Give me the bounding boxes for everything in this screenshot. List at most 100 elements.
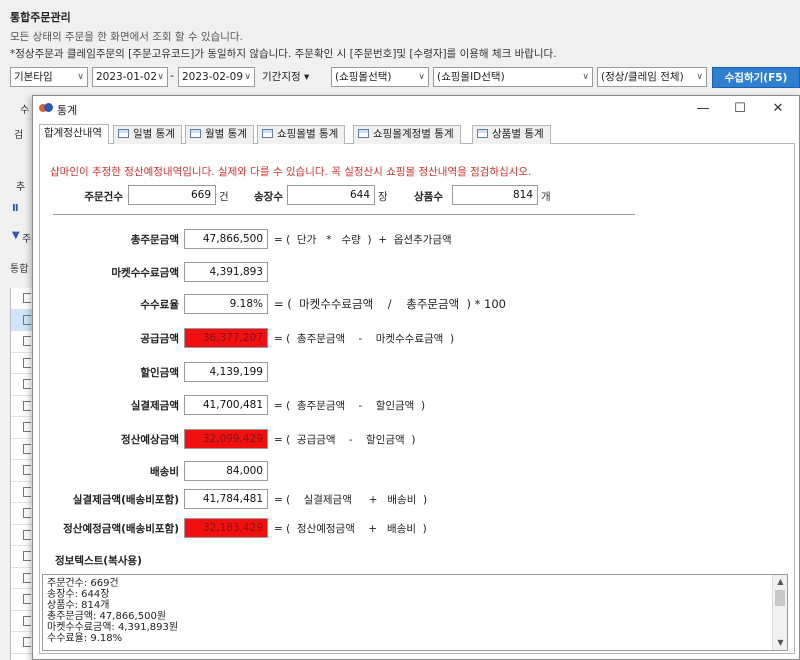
order-count-field[interactable]: 669 xyxy=(128,185,216,205)
scrollbar[interactable]: ▲ ▼ xyxy=(772,575,787,650)
product-count-field[interactable]: 814 xyxy=(452,185,538,205)
table-row[interactable] xyxy=(11,525,32,546)
bg-fragment: 통합 xyxy=(10,264,29,275)
checkbox[interactable] xyxy=(23,336,31,346)
tab-bar: 합계정산내역 일별 통계 월별 통계 쇼핑몰별 통계 쇼핑몰계정별 통계 상품별… xyxy=(39,124,795,144)
checkbox[interactable] xyxy=(23,379,31,389)
tab-summary[interactable]: 합계정산내역 xyxy=(39,124,109,144)
table-row[interactable] xyxy=(11,503,32,525)
table-row[interactable] xyxy=(11,288,32,310)
bg-fragment: Ⅱ xyxy=(12,203,19,214)
collect-button[interactable]: 수집하기(F5) xyxy=(712,67,800,88)
warning-text: 샵마인이 추정한 정산예정내역입니다. 실제와 다를 수 있습니다. 꼭 실정산… xyxy=(50,166,532,178)
mall-select-value: (쇼핑몰선택) xyxy=(335,71,392,83)
mall-id-select[interactable]: (쇼핑몰ID선택) ∨ xyxy=(433,67,593,87)
total-order-amount-field[interactable]: 47,866,500 xyxy=(184,229,268,249)
table-row[interactable] xyxy=(11,439,32,460)
info-text-title: 정보텍스트(복사용) xyxy=(55,555,142,567)
filter-icon: ▼ xyxy=(12,230,20,241)
maximize-button[interactable]: ☐ xyxy=(730,100,750,118)
table-row[interactable] xyxy=(11,374,32,396)
table-row[interactable] xyxy=(11,309,32,331)
invoice-count-label: 송장수 xyxy=(254,191,283,203)
tab-mall[interactable]: 쇼핑몰별 통계 xyxy=(257,125,346,144)
date-separator: - xyxy=(170,69,174,82)
market-fee-label: 마켓수수료금액 xyxy=(111,267,179,279)
scroll-up-icon[interactable]: ▲ xyxy=(773,575,787,589)
fee-rate-field[interactable]: 9.18% xyxy=(184,294,268,314)
scroll-down-icon[interactable]: ▼ xyxy=(773,636,787,650)
close-button[interactable]: ✕ xyxy=(768,100,788,118)
table-row[interactable] xyxy=(11,568,32,589)
table-row[interactable] xyxy=(11,353,32,374)
divider xyxy=(53,214,635,215)
tab-mall-account[interactable]: 쇼핑몰계정별 통계 xyxy=(353,125,461,144)
order-count-label: 주문건수 xyxy=(84,191,123,203)
market-fee-field[interactable]: 4,391,893 xyxy=(184,262,268,282)
status-select-value: (정상/클레임 전체) xyxy=(601,71,684,83)
table-row[interactable] xyxy=(11,546,32,568)
table-row[interactable] xyxy=(11,632,32,654)
page-description: 모든 상태의 주문을 한 화면에서 조회 할 수 있습니다. xyxy=(10,31,243,43)
checkbox[interactable] xyxy=(23,486,31,497)
chevron-down-icon: ∨ xyxy=(244,72,251,82)
tab-product[interactable]: 상품별 통계 xyxy=(472,125,551,144)
actual-payment-incl-field[interactable]: 41,784,481 xyxy=(184,489,268,509)
checkbox[interactable] xyxy=(23,594,31,604)
tab-daily[interactable]: 일별 통계 xyxy=(113,125,182,144)
actual-payment-formula: = ( 총주문금액 - 할인금액 ) xyxy=(274,400,426,412)
fee-rate-formula: = ( 마켓수수료금액 / 총주문금액 ) * 100 xyxy=(274,297,506,311)
period-dropdown[interactable]: 기간지정 ▾ xyxy=(262,69,309,84)
type-select[interactable]: 기본타입 ∨ xyxy=(10,67,88,87)
dialog-title: 통계 xyxy=(57,104,78,117)
status-select[interactable]: (정상/클레임 전체) ∨ xyxy=(597,67,707,87)
expected-settlement-label: 정산예상금액 xyxy=(121,434,179,446)
table-icon xyxy=(118,129,129,138)
tab-label: 합계정산내역 xyxy=(44,127,102,139)
checkbox[interactable] xyxy=(23,529,31,540)
table-icon xyxy=(262,129,273,138)
checkbox[interactable] xyxy=(23,572,31,583)
checkbox[interactable] xyxy=(23,443,31,454)
checkbox[interactable] xyxy=(23,615,31,626)
date-to-field[interactable]: 2023-02-09 ∨ xyxy=(178,67,255,87)
minimize-button[interactable]: — xyxy=(693,100,713,118)
discount-amount-field[interactable]: 4,139,199 xyxy=(184,362,268,382)
scroll-thumb[interactable] xyxy=(775,590,785,606)
table-row[interactable] xyxy=(11,331,32,353)
stats-dialog: 통계 — ☐ ✕ 합계정산내역 일별 통계 월별 통계 쇼핑몰별 통계 쇼핑몰계… xyxy=(32,95,800,660)
checkbox[interactable] xyxy=(23,357,31,368)
checkbox[interactable] xyxy=(23,422,31,432)
shipping-fee-field[interactable]: 84,000 xyxy=(184,461,268,481)
dialog-titlebar[interactable]: 통계 — ☐ ✕ xyxy=(33,96,799,122)
settlement-incl-field[interactable]: 32,183,429 xyxy=(184,518,268,538)
checkbox[interactable] xyxy=(23,293,31,303)
table-row[interactable] xyxy=(11,589,32,611)
table-row[interactable] xyxy=(11,460,32,482)
checkbox[interactable] xyxy=(23,637,31,647)
invoice-count-unit: 장 xyxy=(378,191,388,203)
checkbox[interactable] xyxy=(23,465,31,475)
table-row[interactable] xyxy=(11,611,32,632)
table-row[interactable] xyxy=(11,482,32,503)
expected-settlement-field[interactable]: 32,099,429 xyxy=(184,429,268,449)
checkbox[interactable] xyxy=(23,314,31,325)
fee-rate-label: 수수료율 xyxy=(140,299,179,311)
mall-id-select-value: (쇼핑몰ID선택) xyxy=(437,71,505,83)
date-from-field[interactable]: 2023-01-02 ∨ xyxy=(92,67,168,87)
mall-select[interactable]: (쇼핑몰선택) ∨ xyxy=(331,67,429,87)
table-icon xyxy=(190,129,201,138)
checkbox[interactable] xyxy=(23,400,31,411)
checkbox[interactable] xyxy=(23,551,31,561)
tab-label: 일별 통계 xyxy=(133,128,175,140)
info-line: 마켓수수료금액: 4,391,893원 xyxy=(47,622,179,633)
checkbox[interactable] xyxy=(23,508,31,518)
supply-amount-field[interactable]: 36,377,207 xyxy=(184,328,268,348)
info-textarea[interactable]: 주문건수: 669건 송장수: 644장 상품수: 814개 총주문금액: 47… xyxy=(42,574,788,651)
table-row[interactable] xyxy=(11,417,32,439)
invoice-count-field[interactable]: 644 xyxy=(287,185,375,205)
table-row[interactable] xyxy=(11,396,32,417)
info-line: 주문건수: 669건 xyxy=(47,578,119,589)
actual-payment-field[interactable]: 41,700,481 xyxy=(184,395,268,415)
tab-monthly[interactable]: 월별 통계 xyxy=(185,125,254,144)
